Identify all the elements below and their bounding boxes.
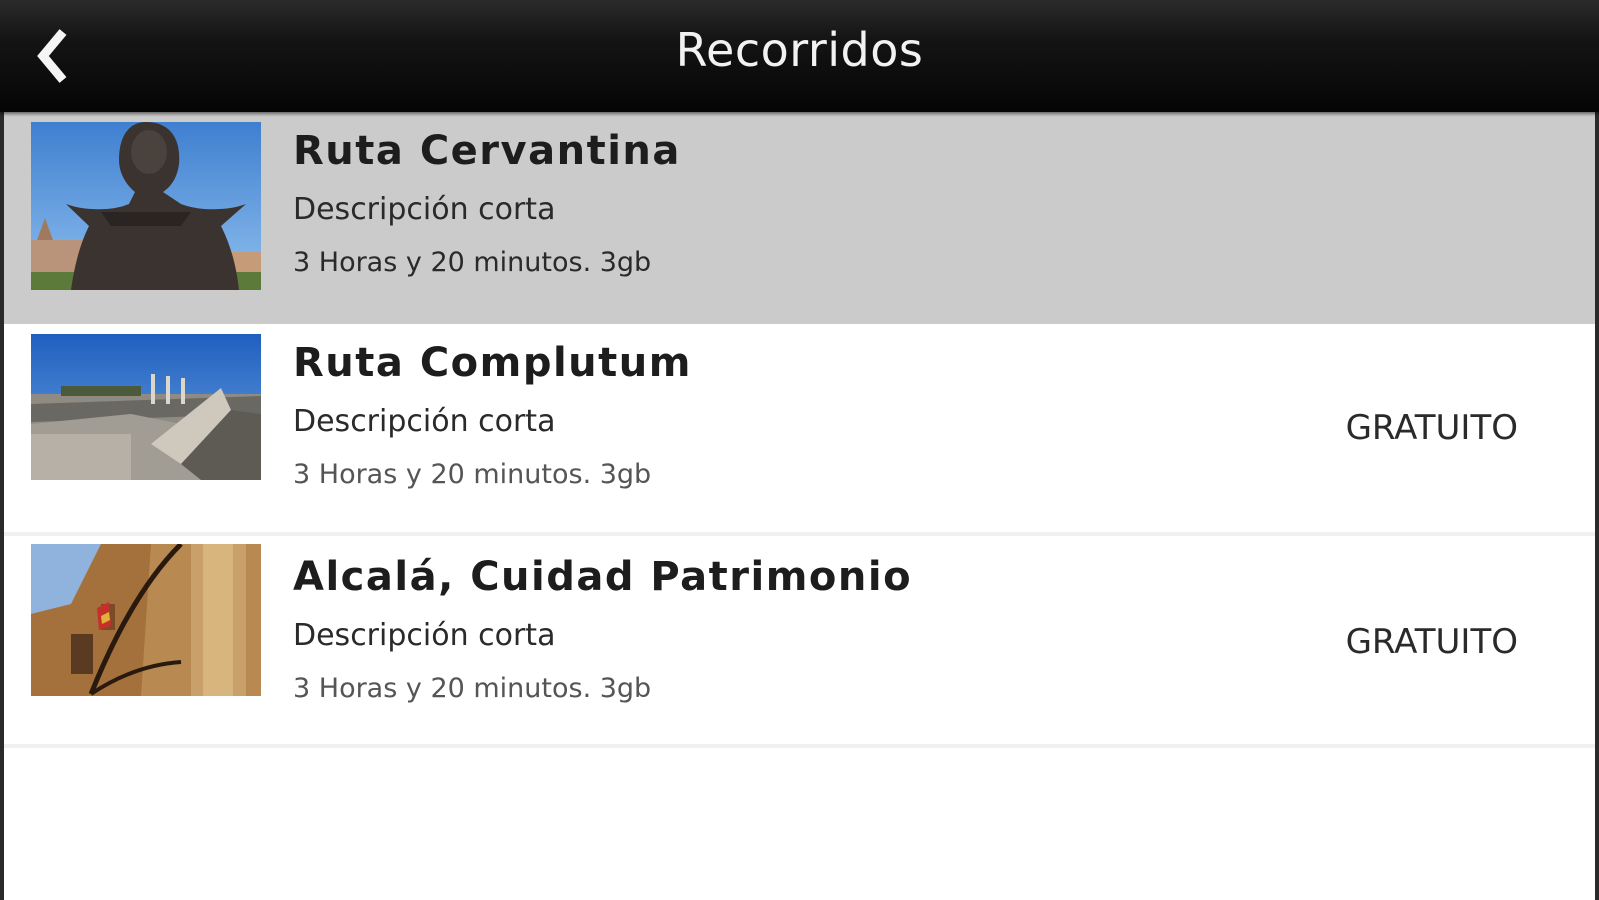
route-thumbnail <box>31 544 261 696</box>
app-screen: Recorridos Ruta Cervantina Descripción c… <box>0 0 1599 900</box>
list-item-alcala-patrimonio[interactable]: Alcalá, Cuidad Patrimonio Descripción co… <box>4 536 1595 748</box>
building-facade-photo <box>31 544 261 696</box>
page-title: Recorridos <box>675 23 924 77</box>
price-label: GRATUITO <box>1345 408 1518 448</box>
route-thumbnail <box>31 334 261 480</box>
route-description: Descripción corta <box>293 404 556 439</box>
route-description: Descripción corta <box>293 192 556 227</box>
ruins-photo <box>31 334 261 480</box>
route-thumbnail <box>31 122 261 290</box>
route-title: Ruta Complutum <box>293 340 692 386</box>
routes-list: Ruta Cervantina Descripción corta 3 Hora… <box>4 112 1595 748</box>
list-item-ruta-cervantina[interactable]: Ruta Cervantina Descripción corta 3 Hora… <box>4 112 1595 324</box>
screen-border-left <box>0 112 4 900</box>
screen-border-right <box>1595 112 1599 900</box>
price-label: GRATUITO <box>1345 622 1518 662</box>
list-item-ruta-complutum[interactable]: Ruta Complutum Descripción corta 3 Horas… <box>4 324 1595 536</box>
route-description: Descripción corta <box>293 618 556 653</box>
statue-photo <box>31 122 261 290</box>
route-duration-size: 3 Horas y 20 minutos. 3gb <box>293 459 652 490</box>
route-duration-size: 3 Horas y 20 minutos. 3gb <box>293 673 652 704</box>
navigation-bar: Recorridos <box>0 0 1599 112</box>
route-title: Alcalá, Cuidad Patrimonio <box>293 554 913 600</box>
route-title: Ruta Cervantina <box>293 128 681 174</box>
route-duration-size: 3 Horas y 20 minutos. 3gb <box>293 247 652 278</box>
